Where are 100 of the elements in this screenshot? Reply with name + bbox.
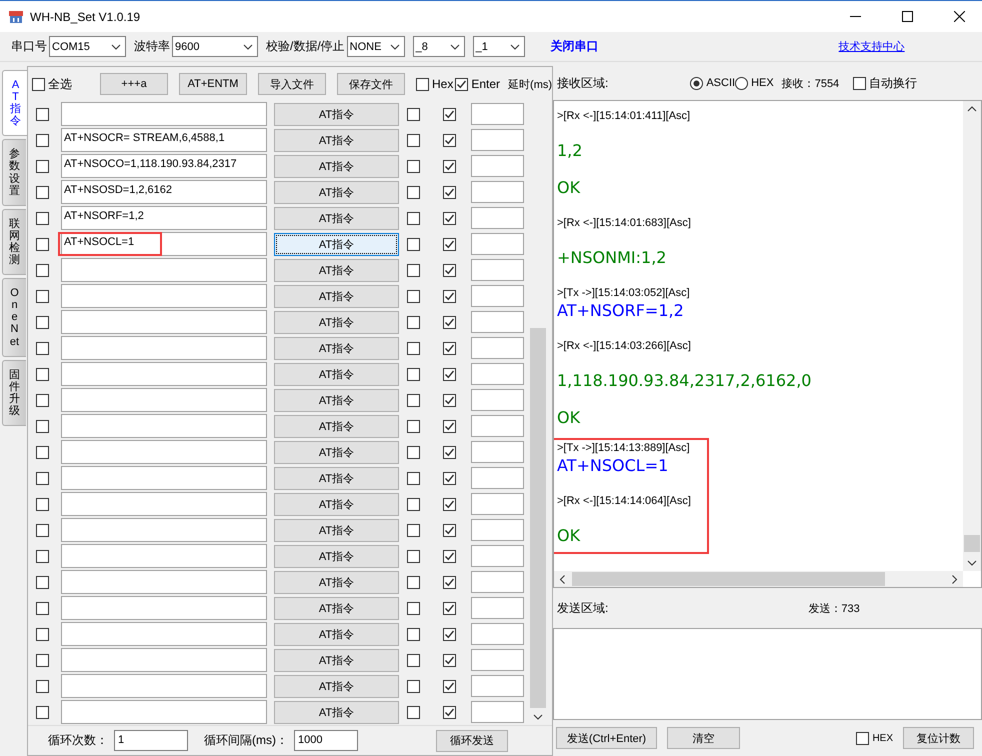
checkbox[interactable] bbox=[443, 628, 456, 640]
checkbox[interactable] bbox=[36, 264, 49, 276]
delay-field[interactable] bbox=[471, 103, 524, 125]
checkbox[interactable] bbox=[36, 654, 49, 666]
command-field[interactable]: AT+NSOCL=1 bbox=[61, 232, 267, 256]
toolbar-button[interactable]: 保存文件 bbox=[337, 73, 405, 95]
checkbox[interactable] bbox=[36, 420, 49, 432]
send-text-area[interactable] bbox=[553, 628, 982, 720]
checkbox[interactable] bbox=[443, 316, 456, 328]
checkbox[interactable] bbox=[36, 628, 49, 640]
send-command-button[interactable]: AT指令 bbox=[274, 258, 399, 282]
command-field[interactable] bbox=[61, 648, 267, 672]
checkbox[interactable] bbox=[443, 238, 456, 250]
checkbox[interactable] bbox=[443, 472, 456, 484]
command-field[interactable] bbox=[61, 518, 267, 542]
checkbox[interactable] bbox=[407, 498, 420, 510]
checkbox[interactable] bbox=[407, 602, 420, 614]
command-field[interactable] bbox=[61, 362, 267, 386]
command-field[interactable] bbox=[61, 570, 267, 594]
checkbox[interactable] bbox=[407, 342, 420, 354]
send-command-button[interactable]: AT指令 bbox=[274, 544, 399, 568]
checkbox[interactable] bbox=[36, 290, 49, 302]
send-command-button[interactable]: AT指令 bbox=[274, 336, 399, 360]
command-field[interactable] bbox=[61, 102, 267, 126]
command-field[interactable] bbox=[61, 466, 267, 490]
toolbar-button[interactable]: +++a bbox=[100, 73, 168, 95]
checkbox[interactable] bbox=[36, 238, 49, 250]
checkbox[interactable] bbox=[36, 368, 49, 380]
send-command-button[interactable]: AT指令 bbox=[274, 284, 399, 308]
command-field[interactable] bbox=[61, 544, 267, 568]
reset-count-button[interactable]: 复位计数 bbox=[903, 727, 974, 749]
side-tab[interactable]: AT指令 bbox=[2, 70, 28, 136]
side-tab[interactable]: 参数设置 bbox=[2, 139, 26, 206]
delay-field[interactable] bbox=[471, 233, 524, 255]
checkbox[interactable] bbox=[36, 134, 49, 146]
checkbox[interactable] bbox=[36, 446, 49, 458]
checkbox[interactable] bbox=[407, 680, 420, 692]
checkbox[interactable] bbox=[407, 628, 420, 640]
checkbox[interactable] bbox=[407, 550, 420, 562]
checkbox[interactable] bbox=[36, 524, 49, 536]
checkbox[interactable] bbox=[36, 186, 49, 198]
delay-field[interactable] bbox=[471, 675, 524, 697]
delay-field[interactable] bbox=[471, 363, 524, 385]
checkbox[interactable] bbox=[407, 394, 420, 406]
command-field[interactable] bbox=[61, 284, 267, 308]
send-command-button[interactable]: AT指令 bbox=[274, 622, 399, 646]
command-field[interactable] bbox=[61, 336, 267, 360]
delay-field[interactable] bbox=[471, 441, 524, 463]
send-command-button[interactable]: AT指令 bbox=[274, 570, 399, 594]
command-field[interactable] bbox=[61, 492, 267, 516]
scrollbar[interactable] bbox=[963, 101, 981, 571]
send-command-button[interactable]: AT指令 bbox=[274, 648, 399, 672]
checkbox[interactable] bbox=[443, 368, 456, 380]
send-command-button[interactable]: AT指令 bbox=[274, 414, 399, 438]
checkbox[interactable] bbox=[443, 524, 456, 536]
send-command-button[interactable]: AT指令 bbox=[274, 180, 399, 204]
command-field[interactable] bbox=[61, 258, 267, 282]
checkbox[interactable] bbox=[36, 706, 49, 718]
checkbox[interactable] bbox=[443, 498, 456, 510]
data-bits-select[interactable]: _8 bbox=[412, 36, 465, 57]
delay-field[interactable] bbox=[471, 285, 524, 307]
checkbox[interactable] bbox=[407, 290, 420, 302]
checkbox[interactable] bbox=[36, 108, 49, 120]
scroll-thumb[interactable] bbox=[964, 535, 980, 552]
send-command-button[interactable]: AT指令 bbox=[274, 232, 399, 256]
checkbox[interactable] bbox=[407, 368, 420, 380]
checkbox[interactable] bbox=[36, 316, 49, 328]
checkbox[interactable] bbox=[407, 576, 420, 588]
delay-field[interactable] bbox=[471, 623, 524, 645]
checkbox[interactable] bbox=[443, 550, 456, 562]
checkbox[interactable] bbox=[443, 212, 456, 224]
checkbox[interactable] bbox=[443, 394, 456, 406]
checkbox[interactable] bbox=[407, 264, 420, 276]
send-command-button[interactable]: AT指令 bbox=[274, 492, 399, 516]
delay-field[interactable] bbox=[471, 571, 524, 593]
checkbox[interactable] bbox=[443, 186, 456, 198]
checkbox[interactable] bbox=[455, 78, 468, 90]
send-command-button[interactable]: AT指令 bbox=[274, 362, 399, 386]
checkbox[interactable] bbox=[416, 78, 429, 90]
delay-field[interactable] bbox=[471, 701, 524, 723]
checkbox[interactable] bbox=[443, 290, 456, 302]
checkbox[interactable] bbox=[407, 472, 420, 484]
checkbox[interactable] bbox=[407, 212, 420, 224]
checkbox[interactable] bbox=[407, 186, 420, 198]
loop-count-field[interactable]: 1 bbox=[114, 730, 188, 751]
delay-field[interactable] bbox=[471, 597, 524, 619]
close-port-button[interactable]: 关闭串口 bbox=[550, 38, 599, 55]
checkbox[interactable] bbox=[36, 550, 49, 562]
side-tab[interactable]: 固件升级 bbox=[2, 360, 26, 426]
command-field[interactable] bbox=[61, 440, 267, 464]
command-field[interactable] bbox=[61, 622, 267, 646]
radio-button[interactable] bbox=[690, 76, 704, 90]
clear-button[interactable]: 清空 bbox=[667, 727, 740, 749]
send-command-button[interactable]: AT指令 bbox=[274, 206, 399, 230]
loop-interval-field[interactable]: 1000 bbox=[294, 730, 358, 751]
delay-field[interactable] bbox=[471, 259, 524, 281]
baud-select[interactable]: 9600 bbox=[172, 36, 258, 57]
checkbox[interactable] bbox=[407, 108, 420, 120]
support-link[interactable]: 技术支持中心 bbox=[838, 39, 905, 54]
checkbox[interactable] bbox=[443, 342, 456, 354]
